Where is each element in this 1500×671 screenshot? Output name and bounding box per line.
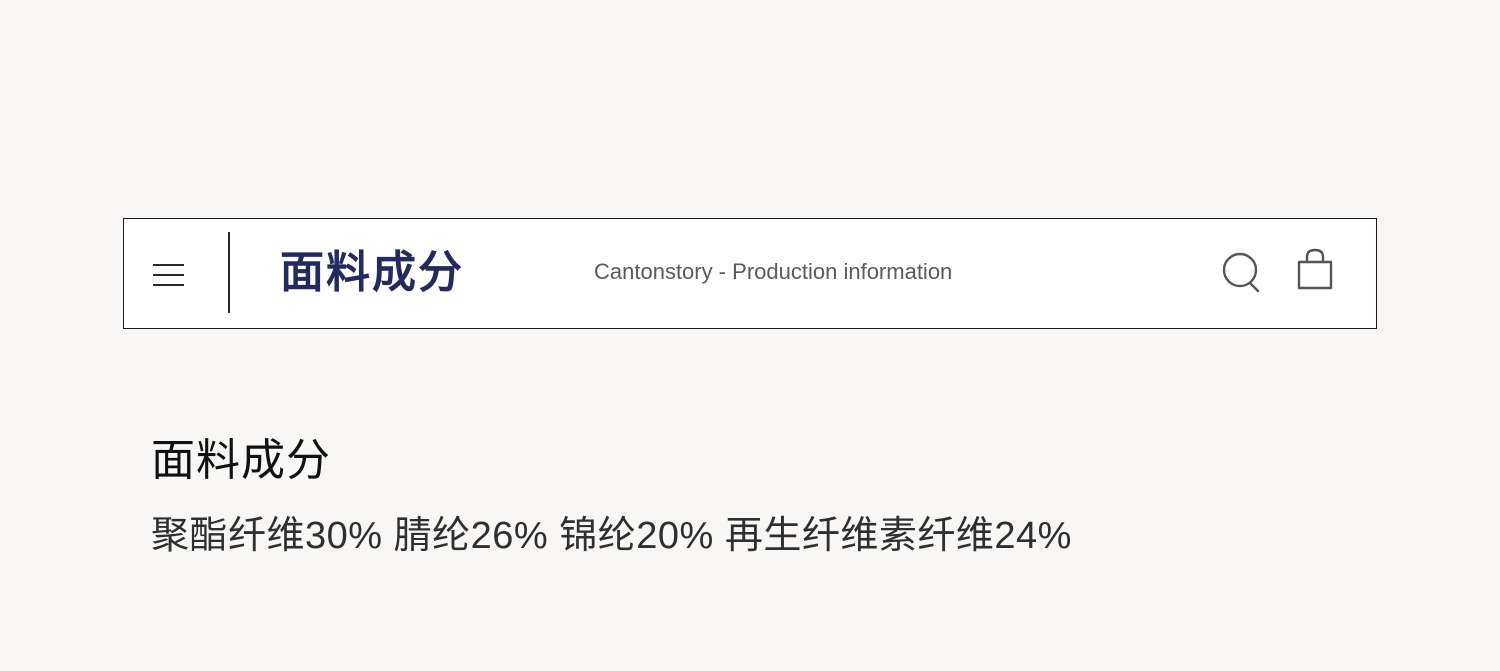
menu-icon-line-top bbox=[153, 264, 184, 266]
search-icon bbox=[1222, 252, 1260, 293]
section-heading: 面料成分 bbox=[151, 436, 331, 485]
header-title: 面料成分 bbox=[280, 248, 464, 297]
header-subtitle: Cantonstory - Production information bbox=[594, 259, 953, 284]
menu-icon-line-bottom bbox=[153, 284, 184, 286]
menu-button[interactable] bbox=[153, 264, 185, 286]
fabric-composition-text: 聚酯纤维30% 腈纶26% 锦纶20% 再生纤维素纤维24% bbox=[151, 515, 1072, 557]
menu-icon-line-middle bbox=[153, 274, 184, 276]
header-divider bbox=[228, 232, 230, 313]
search-button[interactable] bbox=[1222, 250, 1266, 296]
shopping-bag-icon bbox=[1297, 248, 1333, 290]
cart-button[interactable] bbox=[1296, 247, 1334, 293]
header-bar: 面料成分 Cantonstory - Production informatio… bbox=[123, 218, 1377, 329]
